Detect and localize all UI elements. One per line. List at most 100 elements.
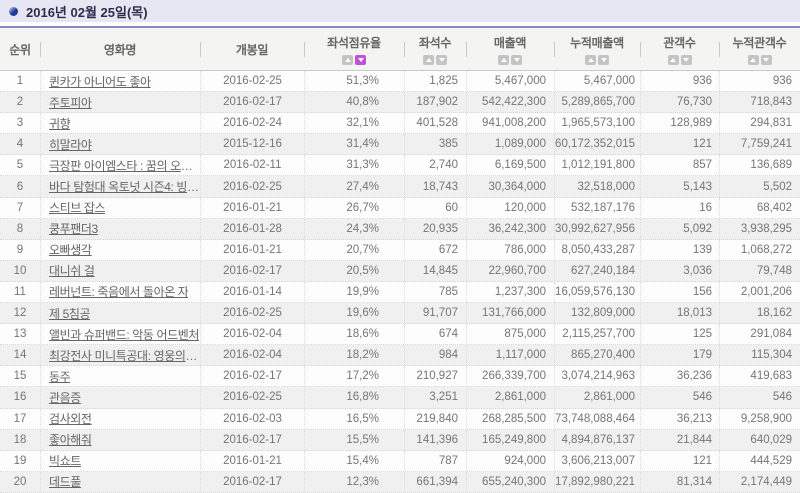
cum-sales-cell: 532,187,176 <box>554 198 640 218</box>
movie-title-link[interactable]: 귀향 <box>49 115 70 132</box>
box-office-table-header: 순위 영화명 개봉일 좌석점유율 좌석수 매출액 누적매출액 <box>0 28 800 71</box>
sort-asc-icon[interactable] <box>342 55 353 65</box>
rank-cell: 1 <box>0 71 40 91</box>
rank-cell: 7 <box>0 198 40 218</box>
movie-title-link[interactable]: 관음증 <box>49 389 81 406</box>
rank-cell: 4 <box>0 134 40 154</box>
movie-title-link[interactable]: 퀸카가 아니어도 좋아 <box>49 73 151 90</box>
seat-count-cell: 785 <box>404 282 466 302</box>
movie-title-link[interactable]: 대니쉬 걸 <box>49 262 95 279</box>
sales-cell: 1,089,000 <box>466 134 554 154</box>
table-row: 5 극장판 아이엠스타 : 꿈의 오디션! 2016-02-11 31,3% 2… <box>0 155 800 176</box>
sort-desc-icon[interactable] <box>436 55 447 65</box>
cum-audience-cell: 18,162 <box>719 303 800 323</box>
box-office-rows: 1 퀸카가 아니어도 좋아 2016-02-25 51,3% 1,825 5,4… <box>0 71 800 493</box>
release-date-cell: 2016-02-17 <box>200 472 304 492</box>
cum-audience-cell: 2,174,449 <box>719 472 800 492</box>
release-date-cell: 2016-02-25 <box>200 387 304 407</box>
sort-desc-icon[interactable] <box>511 55 522 65</box>
seat-share-cell: 19,6% <box>304 303 404 323</box>
cum-sales-cell: 17,892,980,221 <box>554 472 640 492</box>
release-date-cell: 2016-02-24 <box>200 113 304 133</box>
movie-title-link[interactable]: 극장판 아이엠스타 : 꿈의 오디션! <box>49 157 200 174</box>
sort-desc-icon[interactable] <box>761 55 772 65</box>
table-row: 20 데드풀 2016-02-17 12,3% 661,394 655,240,… <box>0 472 800 493</box>
movie-title-cell: 검사외전 <box>40 409 200 429</box>
sort-desc-icon[interactable] <box>598 55 609 65</box>
seat-share-cell: 31,3% <box>304 155 404 175</box>
sales-cell: 22,960,700 <box>466 261 554 281</box>
cum-audience-cell: 291,084 <box>719 324 800 344</box>
movie-title-link[interactable]: 바다 탐험대 옥토넛 시즌4: 빙하탐… <box>49 178 200 195</box>
cum-sales-cell: 3,606,213,007 <box>554 451 640 471</box>
sales-cell: 924,000 <box>466 451 554 471</box>
release-date-cell: 2016-02-25 <box>200 303 304 323</box>
seat-count-cell: 672 <box>404 240 466 260</box>
page-title: 2016년 02월 25일(목) <box>26 2 148 21</box>
sales-cell: 36,242,300 <box>466 219 554 239</box>
seat-share-cell: 20,5% <box>304 261 404 281</box>
movie-title-link[interactable]: 좋아해줘 <box>49 431 92 448</box>
table-row: 12 제 5침공 2016-02-25 19,6% 91,707 131,766… <box>0 303 800 324</box>
movie-title-link[interactable]: 레버넌트: 죽음에서 돌아온 자 <box>49 283 188 300</box>
cum-audience-cell: 546 <box>719 387 800 407</box>
movie-title-cell: 최강전사 미니특공대: 영웅의 탄생 <box>40 345 200 365</box>
audience-cell: 139 <box>640 240 719 260</box>
sort-asc-icon[interactable] <box>498 55 509 65</box>
audience-cell: 36,236 <box>640 366 719 386</box>
cum-sales-cell: 1,965,573,100 <box>554 113 640 133</box>
sales-cell: 30,364,000 <box>466 176 554 196</box>
seat-share-cell: 18,2% <box>304 345 404 365</box>
movie-title-link[interactable]: 동주 <box>49 368 70 385</box>
column-header: 영화명 <box>40 28 200 70</box>
cum-audience-cell: 640,029 <box>719 430 800 450</box>
sort-asc-icon[interactable] <box>585 55 596 65</box>
rank-cell: 8 <box>0 219 40 239</box>
release-date-cell: 2016-02-25 <box>200 71 304 91</box>
audience-cell: 546 <box>640 387 719 407</box>
movie-title-cell: 대니쉬 걸 <box>40 261 200 281</box>
sort-asc-icon[interactable] <box>668 55 679 65</box>
sort-desc-icon[interactable] <box>681 55 692 65</box>
seat-share-cell: 17,2% <box>304 366 404 386</box>
sales-cell: 120,000 <box>466 198 554 218</box>
cum-sales-cell: 4,894,876,137 <box>554 430 640 450</box>
sales-cell: 266,339,700 <box>466 366 554 386</box>
column-header-label: 순위 <box>9 41 30 58</box>
sort-buttons <box>668 55 692 65</box>
seat-share-cell: 24,3% <box>304 219 404 239</box>
audience-cell: 18,013 <box>640 303 719 323</box>
seat-share-cell: 51,3% <box>304 71 404 91</box>
movie-title-link[interactable]: 제 5침공 <box>49 305 90 322</box>
release-date-cell: 2016-01-28 <box>200 219 304 239</box>
sort-desc-icon[interactable] <box>355 55 366 65</box>
table-row: 1 퀸카가 아니어도 좋아 2016-02-25 51,3% 1,825 5,4… <box>0 71 800 92</box>
seat-share-cell: 31,4% <box>304 134 404 154</box>
movie-title-link[interactable]: 검사외전 <box>49 410 92 427</box>
movie-title-cell: 히말라야 <box>40 134 200 154</box>
cum-sales-cell: 5,467,000 <box>554 71 640 91</box>
movie-title-link[interactable]: 쿵푸팬더3 <box>49 220 98 237</box>
seat-share-cell: 26,7% <box>304 198 404 218</box>
sort-asc-icon[interactable] <box>423 55 434 65</box>
movie-title-link[interactable]: 히말라야 <box>49 136 92 153</box>
movie-title-link[interactable]: 오빠생각 <box>49 241 92 258</box>
seat-share-cell: 15,4% <box>304 451 404 471</box>
release-date-cell: 2016-02-17 <box>200 261 304 281</box>
movie-title-link[interactable]: 스티브 잡스 <box>49 199 105 216</box>
movie-title-link[interactable]: 데드풀 <box>49 473 81 490</box>
cum-audience-cell: 1,068,272 <box>719 240 800 260</box>
movie-title-link[interactable]: 주토피아 <box>49 94 92 111</box>
sort-asc-icon[interactable] <box>748 55 759 65</box>
seat-share-cell: 32,1% <box>304 113 404 133</box>
column-header: 누적매출액 <box>554 28 640 70</box>
movie-title-link[interactable]: 최강전사 미니특공대: 영웅의 탄생 <box>49 347 200 364</box>
table-row: 2 주토피아 2016-02-17 40,8% 187,902 542,422,… <box>0 92 800 113</box>
seat-count-cell: 3,251 <box>404 387 466 407</box>
movie-title-link[interactable]: 앨빈과 슈퍼밴드: 악동 어드벤처 <box>49 326 199 343</box>
table-row: 4 히말라야 2015-12-16 31,4% 385 1,089,000 60… <box>0 134 800 155</box>
rank-cell: 14 <box>0 345 40 365</box>
movie-title-link[interactable]: 빅쇼트 <box>49 452 81 469</box>
release-date-cell: 2016-02-17 <box>200 92 304 112</box>
seat-count-cell: 210,927 <box>404 366 466 386</box>
